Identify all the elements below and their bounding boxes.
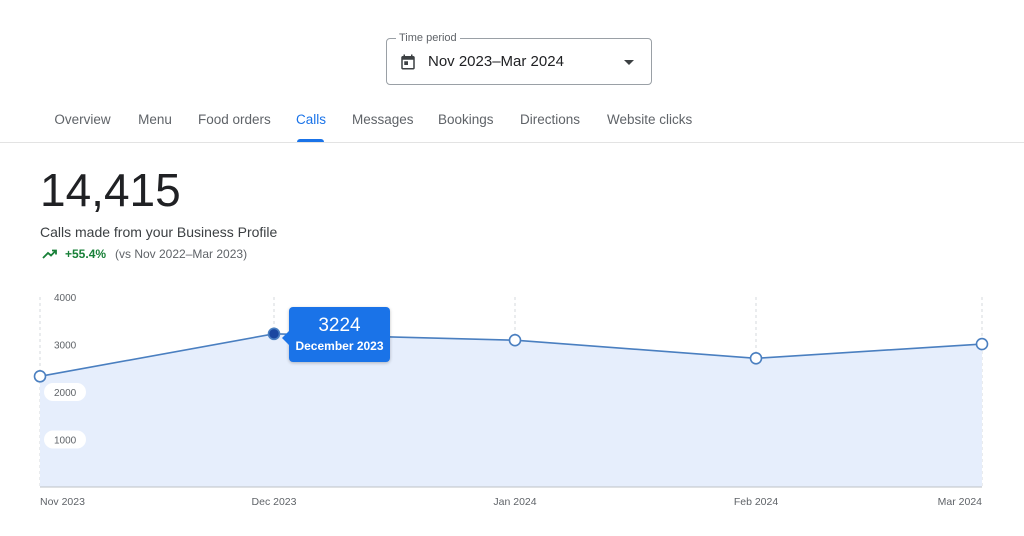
y-tick-label: 4000	[54, 293, 77, 304]
dropdown-arrow-icon[interactable]	[624, 60, 634, 65]
x-tick-label: Jan 2024	[493, 496, 536, 508]
trending-up-icon	[42, 249, 57, 259]
data-point[interactable]	[975, 337, 989, 351]
x-tick-label: Mar 2024	[938, 496, 983, 508]
time-period-value: Nov 2023–Mar 2024	[428, 53, 564, 70]
data-point[interactable]	[267, 327, 281, 341]
trend-percentage: +55.4%	[65, 247, 107, 261]
tab-directions[interactable]: Directions	[519, 103, 581, 141]
y-tick-bg-3	[44, 430, 86, 449]
tab-food-orders[interactable]: Food orders	[198, 103, 271, 141]
trend-comparison: (vs Nov 2022–Mar 2023)	[115, 247, 248, 261]
tab-messages[interactable]: Messages	[352, 103, 414, 141]
data-point[interactable]	[33, 370, 47, 383]
metric-label: Calls made from your Business Profile	[40, 224, 278, 240]
calendar-icon	[401, 54, 415, 70]
active-tab-indicator	[297, 139, 324, 142]
x-tick-label: Dec 2023	[252, 496, 297, 508]
calls-line	[39, 333, 983, 378]
tab-calls[interactable]: Calls	[296, 103, 326, 141]
x-tick-label: Nov 2023	[40, 496, 85, 508]
tab-bookings[interactable]: Bookings	[438, 103, 494, 141]
y-tick-label: 3000	[54, 341, 77, 352]
y-tick-label: 2000	[54, 388, 77, 399]
x-tick-label: Feb 2024	[734, 496, 779, 508]
tooltip-value: 3224	[318, 315, 361, 336]
data-point[interactable]	[508, 333, 522, 347]
tab-overview[interactable]: Overview	[54, 103, 111, 141]
tab-website-clicks[interactable]: Website clicks	[607, 103, 692, 141]
tooltip-label: December 2023	[295, 339, 384, 353]
calls-area	[40, 333, 982, 487]
time-period-select[interactable]: Time period Nov 2023–Mar 2024	[386, 31, 652, 85]
tab-menu[interactable]: Menu	[138, 103, 172, 141]
chart-tooltip: 3224 December 2023	[282, 307, 390, 362]
y-tick-bg-2	[44, 383, 86, 401]
calls-total: 14,415	[40, 164, 181, 216]
y-tick-label: 1000	[54, 436, 77, 447]
tooltip-arrow	[282, 331, 289, 345]
time-period-legend: Time period	[396, 31, 460, 45]
data-point[interactable]	[749, 351, 763, 365]
tab-bar: Overview Menu Food orders Calls Messages…	[0, 103, 1024, 143]
